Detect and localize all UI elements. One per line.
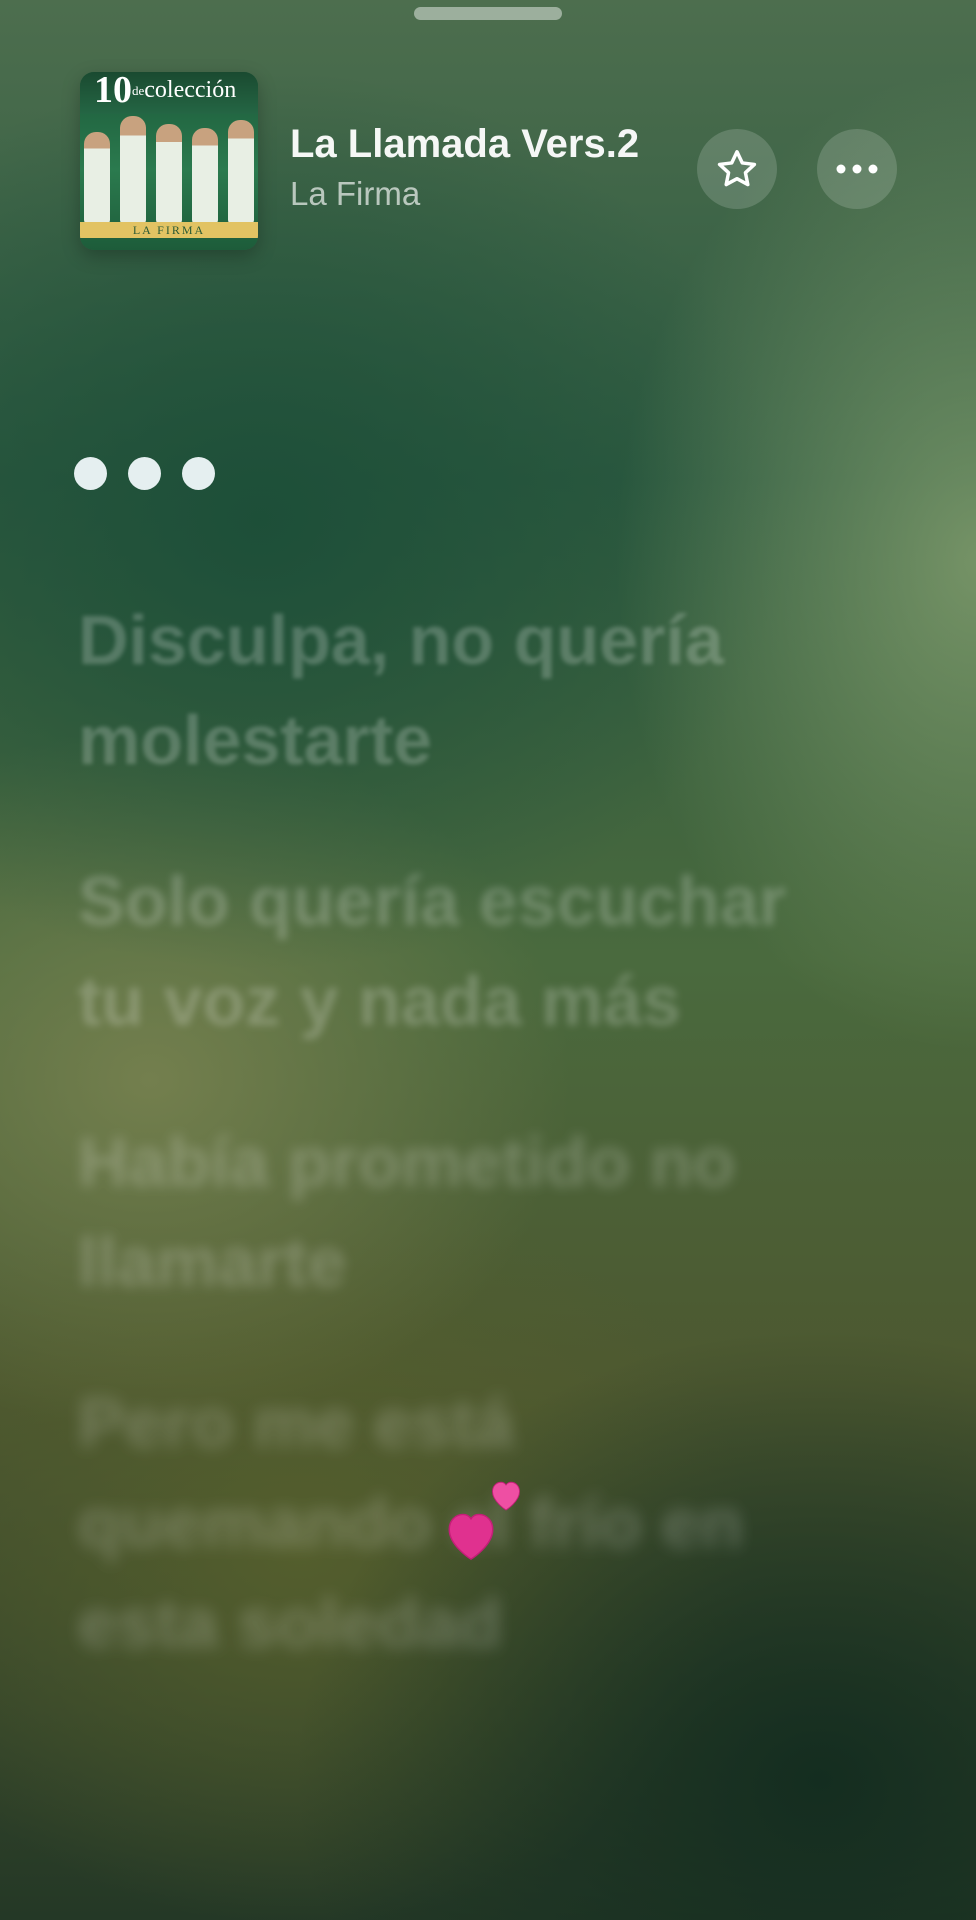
ellipsis-icon: [836, 164, 878, 174]
favorite-button[interactable]: [697, 129, 777, 209]
artist-name[interactable]: La Firma: [290, 174, 420, 214]
instrumental-dot: [74, 457, 107, 490]
instrumental-dot: [128, 457, 161, 490]
lyric-line[interactable]: Había prometido no llamarte: [78, 1112, 858, 1312]
heart-large: [448, 1513, 494, 1561]
instrumental-indicator: [74, 457, 215, 490]
star-icon: [717, 150, 757, 187]
more-options-button[interactable]: [817, 129, 897, 209]
album-art-figure: [228, 120, 254, 224]
album-art-figure: [156, 124, 182, 224]
lyric-line[interactable]: Solo quería escuchar tu voz y nada más: [78, 851, 858, 1051]
now-playing-header: 10decolección LA FIRMA La Llamada Vers.2…: [0, 0, 976, 260]
lyric-line[interactable]: Disculpa, no quería molestarte: [78, 590, 858, 790]
album-art-figure: [84, 132, 110, 224]
album-art-brand: LA FIRMA: [132, 223, 206, 237]
album-art-figure: [192, 128, 218, 224]
album-art-figure: [120, 116, 146, 224]
heart-small: [492, 1481, 520, 1511]
two-hearts-icon: [442, 1478, 532, 1568]
album-artwork[interactable]: 10decolección LA FIRMA: [80, 72, 258, 250]
song-title[interactable]: La Llamada Vers.2: [290, 120, 639, 168]
instrumental-dot: [182, 457, 215, 490]
album-art-title: 10decolección: [94, 72, 237, 111]
